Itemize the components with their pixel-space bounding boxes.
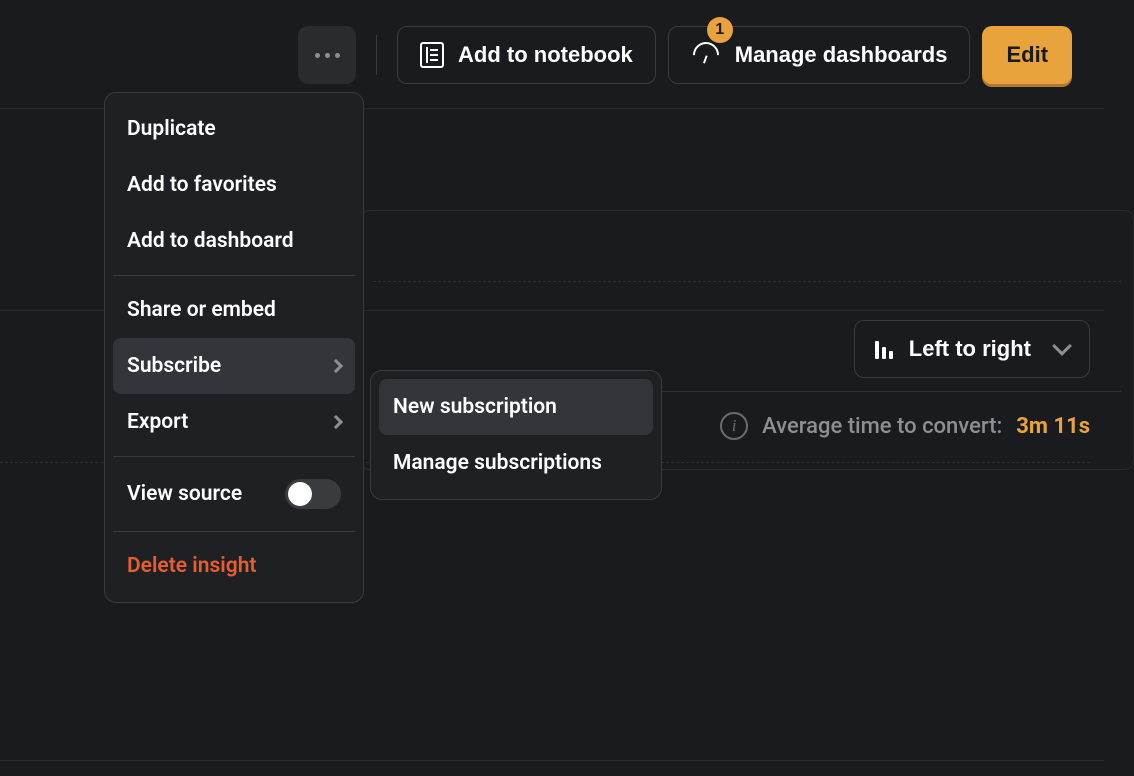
avg-time-stat: i Average time to convert: 3m 11s [720,412,1090,440]
notebook-icon [420,42,444,68]
menu-label: Delete insight [127,554,256,578]
menu-label: Export [127,410,188,434]
menu-label: Subscribe [127,354,221,378]
button-label: Edit [1006,42,1048,67]
toolbar: Add to notebook 1 Manage dashboards Edit [0,26,1134,84]
layout-direction-select[interactable]: Left to right [854,320,1090,378]
chevron-right-icon [329,359,343,373]
gauge-icon [691,40,721,70]
menu-label: Manage subscriptions [393,451,602,475]
edit-button[interactable]: Edit [982,26,1072,84]
menu-item-export[interactable]: Export [113,394,355,450]
chevron-down-icon [1052,336,1072,356]
select-label: Left to right [909,336,1031,362]
divider [373,281,1121,282]
menu-label: Share or embed [127,298,276,322]
divider [376,35,377,75]
stat-label: Average time to convert: [762,414,1002,439]
menu-label: Add to favorites [127,173,277,197]
button-label: Manage dashboards [735,42,948,68]
menu-item-delete-insight[interactable]: Delete insight [113,538,355,594]
submenu-item-new-subscription[interactable]: New subscription [379,379,653,435]
menu-item-add-to-dashboard[interactable]: Add to dashboard [113,213,355,269]
menu-item-subscribe[interactable]: Subscribe [113,338,355,394]
menu-item-view-source[interactable]: View source [113,463,355,525]
more-options-menu: Duplicate Add to favorites Add to dashbo… [104,92,364,603]
toggle-switch[interactable] [285,479,341,509]
menu-separator [113,531,355,532]
more-options-button[interactable] [298,26,356,84]
menu-item-add-to-favorites[interactable]: Add to favorites [113,157,355,213]
menu-item-share-or-embed[interactable]: Share or embed [113,282,355,338]
chevron-right-icon [329,415,343,429]
menu-label: Duplicate [127,117,216,141]
menu-separator [113,275,355,276]
more-horizontal-icon [315,53,340,58]
menu-label: View source [127,482,242,506]
add-to-notebook-button[interactable]: Add to notebook [397,26,656,84]
stat-value: 3m 11s [1016,414,1090,439]
bar-chart-icon [875,339,893,359]
submenu-item-manage-subscriptions[interactable]: Manage subscriptions [379,435,653,491]
info-icon: i [720,412,748,440]
notification-badge: 1 [707,17,733,43]
manage-dashboards-button[interactable]: 1 Manage dashboards [668,26,971,84]
subscribe-submenu: New subscription Manage subscriptions [370,370,662,500]
button-label: Add to notebook [458,42,633,68]
menu-label: Add to dashboard [127,229,294,253]
divider [0,760,1104,761]
menu-item-duplicate[interactable]: Duplicate [113,101,355,157]
menu-separator [113,456,355,457]
menu-label: New subscription [393,395,557,419]
